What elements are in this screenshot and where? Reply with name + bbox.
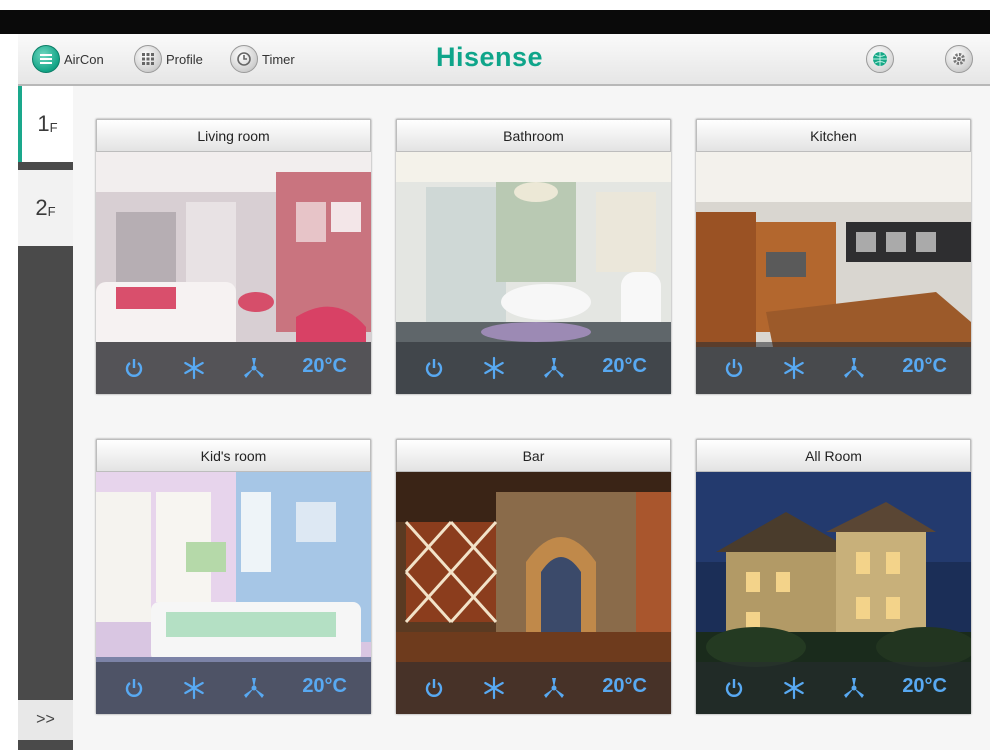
room-temperature: 20°C — [302, 355, 347, 377]
status-bar-area — [0, 0, 990, 34]
room-title: Kitchen — [696, 119, 971, 152]
room-temperature: 20°C — [602, 355, 647, 377]
floor-suffix: F — [47, 203, 56, 219]
room-card-kids-room[interactable]: Kid's room 20°C — [96, 439, 371, 714]
globe-button[interactable] — [866, 44, 894, 74]
timer-button[interactable]: Timer — [230, 44, 295, 74]
snowflake-icon[interactable] — [482, 356, 506, 380]
room-controls: 20°C — [96, 342, 371, 394]
gear-icon — [945, 45, 973, 73]
top-header: AirCon Profile Timer Hisense — [18, 34, 990, 86]
room-controls: 20°C — [696, 662, 971, 714]
floor-number: 2 — [35, 195, 48, 220]
snowflake-icon[interactable] — [182, 356, 206, 380]
room-title: Bathroom — [396, 119, 671, 152]
clock-icon — [230, 45, 258, 73]
power-icon[interactable] — [122, 356, 146, 380]
grid-icon — [134, 45, 162, 73]
room-title: Kid's room — [96, 439, 371, 472]
room-title: Bar — [396, 439, 671, 472]
power-icon[interactable] — [422, 676, 446, 700]
status-bar — [0, 10, 990, 34]
fan-icon[interactable] — [242, 676, 266, 700]
room-controls: 20°C — [696, 342, 971, 394]
aircon-button[interactable]: AirCon — [32, 44, 104, 74]
snowflake-icon[interactable] — [782, 356, 806, 380]
settings-button[interactable] — [945, 44, 973, 74]
room-card-bathroom[interactable]: Bathroom 20°C — [396, 119, 671, 394]
floor-number: 1 — [37, 111, 50, 136]
room-controls: 20°C — [396, 342, 671, 394]
fan-icon[interactable] — [842, 356, 866, 380]
room-grid: Living room 20°C Bathroom 20°C Kitchen 2… — [73, 86, 990, 750]
aircon-label: AirCon — [64, 51, 104, 67]
room-card-bar[interactable]: Bar 20°C — [396, 439, 671, 714]
fan-icon[interactable] — [242, 356, 266, 380]
room-card-living-room[interactable]: Living room 20°C — [96, 119, 371, 394]
globe-icon — [866, 45, 894, 73]
power-icon[interactable] — [722, 676, 746, 700]
floor-sidebar: 1 F 2 F >> — [18, 86, 73, 750]
floor-tab-2[interactable]: 2 F — [18, 170, 73, 246]
room-temperature: 20°C — [902, 675, 947, 697]
list-icon — [32, 45, 60, 73]
room-card-all-room[interactable]: All Room 20°C — [696, 439, 971, 714]
room-controls: 20°C — [96, 662, 371, 714]
fan-icon[interactable] — [542, 676, 566, 700]
room-temperature: 20°C — [902, 355, 947, 377]
room-temperature: 20°C — [302, 675, 347, 697]
expand-sidebar-button[interactable]: >> — [18, 700, 73, 740]
power-icon[interactable] — [722, 356, 746, 380]
fan-icon[interactable] — [542, 356, 566, 380]
floor-tab-1[interactable]: 1 F — [18, 86, 73, 162]
power-icon[interactable] — [422, 356, 446, 380]
power-icon[interactable] — [122, 676, 146, 700]
room-controls: 20°C — [396, 662, 671, 714]
snowflake-icon[interactable] — [782, 676, 806, 700]
room-card-kitchen[interactable]: Kitchen 20°C — [696, 119, 971, 394]
snowflake-icon[interactable] — [482, 676, 506, 700]
profile-button[interactable]: Profile — [134, 44, 203, 74]
floor-suffix: F — [49, 119, 58, 135]
snowflake-icon[interactable] — [182, 676, 206, 700]
timer-label: Timer — [262, 51, 295, 67]
profile-label: Profile — [166, 51, 203, 67]
fan-icon[interactable] — [842, 676, 866, 700]
room-title: Living room — [96, 119, 371, 152]
room-temperature: 20°C — [602, 675, 647, 697]
room-title: All Room — [696, 439, 971, 472]
brand-logo: Hisense — [436, 42, 544, 72]
